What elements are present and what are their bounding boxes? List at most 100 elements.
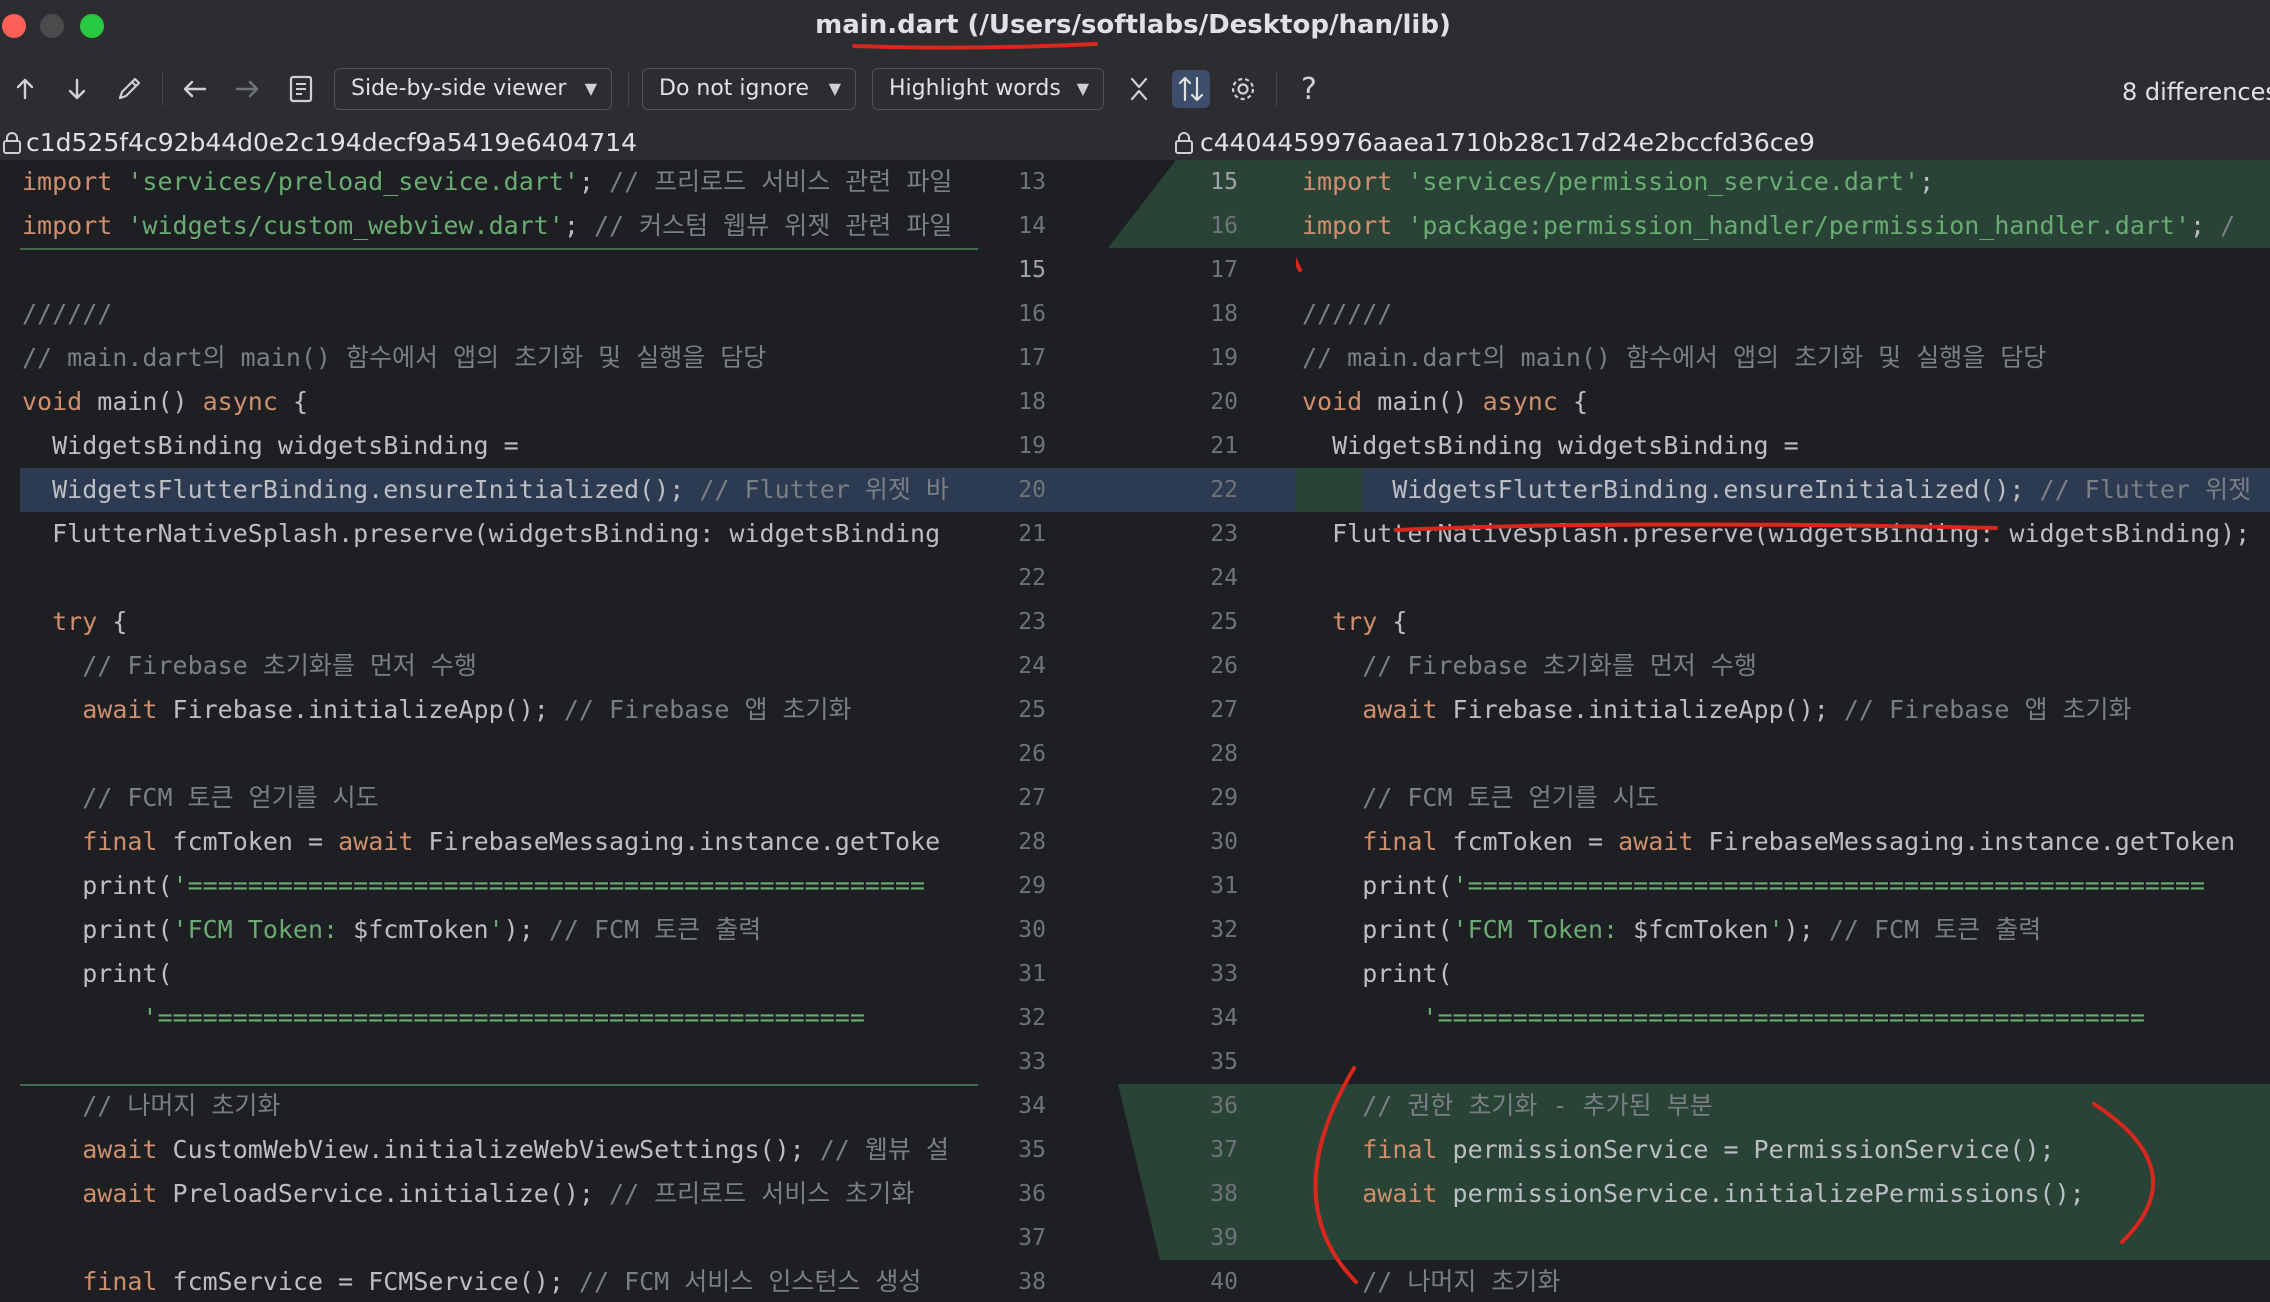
left-line-number: 33	[1018, 1049, 1046, 1075]
code-line: //////	[22, 299, 113, 328]
right-line-number: 34	[1210, 1005, 1238, 1031]
code-line: '=======================================…	[22, 1003, 865, 1032]
left-line-number: 27	[1018, 785, 1046, 811]
left-line-number: 31	[1018, 961, 1046, 987]
left-line-number: 35	[1018, 1137, 1046, 1163]
left-line-number: 24	[1018, 653, 1046, 679]
code-line: void main() async {	[22, 387, 308, 416]
left-line-number: 26	[1018, 741, 1046, 767]
title-underline-annotation	[852, 42, 1098, 50]
left-line-number: 19	[1018, 433, 1046, 459]
toolbar-separator	[628, 72, 629, 106]
left-revision-hash: c1d525f4c92b44d0e2c194decf9a5419e6404714	[26, 128, 638, 157]
right-line-number: 22	[1210, 477, 1238, 503]
right-line-number: 35	[1210, 1049, 1238, 1075]
document-icon[interactable]	[282, 70, 320, 108]
right-line-number: 21	[1210, 433, 1238, 459]
left-line-number: 30	[1018, 917, 1046, 943]
title-bar: main.dart (/Users/softlabs/Desktop/han/l…	[0, 0, 2270, 52]
arrow-left-icon[interactable]	[176, 70, 214, 108]
left-line-number: 38	[1018, 1269, 1046, 1295]
highlight-mode-dropdown[interactable]: Highlight words ▼	[872, 68, 1104, 110]
chevron-down-icon: ▼	[584, 79, 597, 98]
left-line-number: 23	[1018, 609, 1046, 635]
insertion-marker	[20, 248, 978, 250]
arrow-right-icon[interactable]	[228, 70, 266, 108]
toolbar-separator	[162, 72, 163, 106]
ignore-mode-label: Do not ignore	[659, 76, 809, 101]
viewer-mode-dropdown[interactable]: Side-by-side viewer ▼	[334, 68, 612, 110]
left-line-number: 32	[1018, 1005, 1046, 1031]
code-line: print('FCM Token: $fcmToken'); // FCM 토큰…	[22, 915, 762, 944]
right-line-number: 18	[1210, 301, 1238, 327]
highlight-mode-label: Highlight words	[889, 76, 1061, 101]
right-line-number: 17	[1210, 257, 1238, 283]
diff-toolbar: Side-by-side viewer ▼ Do not ignore ▼ Hi…	[0, 52, 2270, 126]
right-line-number: 29	[1210, 785, 1238, 811]
code-line: FlutterNativeSplash.preserve(widgetsBind…	[22, 519, 941, 548]
code-line: import 'services/preload_sevice.dart'; /…	[22, 167, 953, 196]
code-line: await CustomWebView.initializeWebViewSet…	[82, 1135, 949, 1164]
right-line-number: 26	[1210, 653, 1238, 679]
help-icon[interactable]: ?	[1290, 70, 1328, 108]
code-line: print(	[22, 959, 173, 988]
right-line-number: 33	[1210, 961, 1238, 987]
left-line-number: 29	[1018, 873, 1046, 899]
lock-icon	[3, 132, 21, 154]
code-line: // main.dart의 main() 함수에서 앱의 초기화 및 실행을 담…	[22, 343, 767, 372]
right-editor-pane[interactable]: import 'services/permission_service.dart…	[1296, 160, 2270, 1302]
code-line: final fcmToken = await FirebaseMessaging…	[82, 827, 941, 856]
code-line: // FCM 토큰 얻기를 시도	[82, 783, 379, 812]
right-line-number: 30	[1210, 829, 1238, 855]
right-line-number: 24	[1210, 565, 1238, 591]
left-line-number: 34	[1018, 1093, 1046, 1119]
left-line-number: 13	[1018, 169, 1046, 195]
code-line: try {	[52, 607, 128, 636]
right-line-number: 28	[1210, 741, 1238, 767]
window-title: main.dart (/Users/softlabs/Desktop/han/l…	[815, 10, 1451, 40]
left-line-number: 15	[1018, 257, 1046, 283]
left-line-number: 36	[1018, 1181, 1046, 1207]
code-line: // 나머지 초기화	[82, 1091, 281, 1120]
right-line-number: 40	[1210, 1269, 1238, 1295]
right-line-number: 16	[1210, 213, 1238, 239]
help-label: ?	[1301, 71, 1317, 107]
left-line-number: 21	[1018, 521, 1046, 547]
pencil-icon[interactable]	[110, 70, 148, 108]
right-line-number: 32	[1210, 917, 1238, 943]
left-line-number: 22	[1018, 565, 1046, 591]
gear-icon[interactable]	[1224, 70, 1262, 108]
arrow-down-icon[interactable]	[58, 70, 96, 108]
lock-icon	[1175, 132, 1193, 154]
left-line-number: 28	[1018, 829, 1046, 855]
code-line: print('=================================…	[22, 871, 926, 900]
right-line-number: 27	[1210, 697, 1238, 723]
code-line: import 'widgets/custom_webview.dart'; //…	[22, 211, 953, 240]
code-line: WidgetsFlutterBinding.ensureInitialized(…	[22, 475, 949, 504]
right-line-number: 20	[1210, 389, 1238, 415]
code-line: WidgetsBinding widgetsBinding =	[22, 431, 519, 460]
left-line-number: 18	[1018, 389, 1046, 415]
right-line-number: 23	[1210, 521, 1238, 547]
right-revision-hash: c4404459976aaea1710b28c17d24e2bccfd36ce9	[1200, 128, 1815, 157]
difference-count: 8 differences	[2122, 78, 2270, 106]
code-line: await PreloadService.initialize(); // 프리…	[82, 1179, 915, 1208]
chevron-down-icon: ▼	[1076, 79, 1089, 98]
right-line-number: 31	[1210, 873, 1238, 899]
sync-scroll-icon[interactable]	[1172, 70, 1210, 108]
code-line: await Firebase.initializeApp(); // Fireb…	[82, 695, 852, 724]
right-line-number: 25	[1210, 609, 1238, 635]
arrow-up-icon[interactable]	[6, 70, 44, 108]
left-line-number: 20	[1018, 477, 1046, 503]
window-title-container: main.dart (/Users/softlabs/Desktop/han/l…	[0, 10, 2270, 40]
chevron-down-icon: ▼	[828, 79, 841, 98]
left-editor-pane[interactable]: import 'services/preload_sevice.dart'; /…	[0, 160, 978, 1302]
ignore-mode-dropdown[interactable]: Do not ignore ▼	[642, 68, 856, 110]
revision-header: c1d525f4c92b44d0e2c194decf9a5419e6404714…	[0, 126, 2270, 160]
collapse-icon[interactable]	[1120, 70, 1158, 108]
right-line-number: 36	[1210, 1093, 1238, 1119]
handwritten-annotations	[1296, 256, 2156, 1284]
right-line-number: 19	[1210, 345, 1238, 371]
viewer-mode-label: Side-by-side viewer	[351, 76, 567, 101]
right-line-number: 39	[1210, 1225, 1238, 1251]
